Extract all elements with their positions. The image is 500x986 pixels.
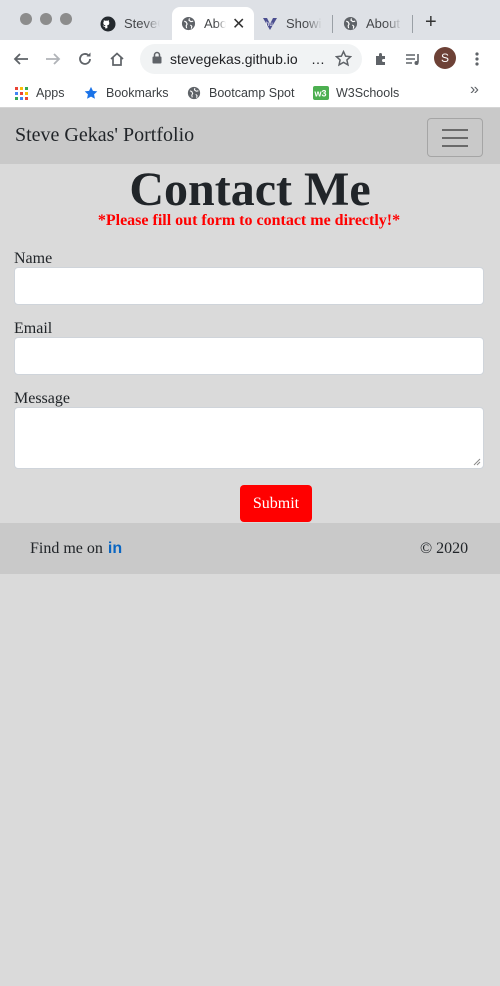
svg-text:hu: hu xyxy=(266,22,273,28)
browser-tab-4[interactable]: About Me xyxy=(334,7,410,40)
bookmark-label: W3Schools xyxy=(336,86,400,100)
name-label: Name xyxy=(14,250,53,267)
url-ellipsis: … xyxy=(311,51,325,67)
zoom-window-button[interactable] xyxy=(60,13,72,25)
extensions-puzzle-icon[interactable] xyxy=(369,47,393,71)
tab-title: About xyxy=(204,16,226,31)
message-label: Message xyxy=(14,390,70,407)
media-queue-icon[interactable] xyxy=(401,47,425,71)
address-bar[interactable]: stevegekas.github.io … xyxy=(140,44,362,74)
reload-icon[interactable] xyxy=(73,47,97,71)
menu-kebab-icon[interactable] xyxy=(465,47,489,71)
site-brand[interactable]: Steve Gekas' Portfolio xyxy=(15,124,194,147)
bookmark-label: Bookmarks xyxy=(106,86,169,100)
submit-button[interactable]: Submit xyxy=(240,485,312,522)
bookmark-label: Bootcamp Spot xyxy=(209,86,295,100)
browser-tab-1[interactable]: SteveGekas xyxy=(92,7,168,40)
name-input[interactable] xyxy=(14,267,484,305)
close-tab-icon[interactable]: ✕ xyxy=(232,14,245,34)
tab-title: SteveGekas xyxy=(124,16,160,31)
linkedin-icon[interactable]: in xyxy=(108,540,122,558)
new-tab-button[interactable]: + xyxy=(425,11,437,34)
bookmark-bookmarks[interactable]: Bookmarks xyxy=(83,82,169,104)
tab-separator xyxy=(332,15,333,33)
tab-title: About Me xyxy=(366,16,402,31)
page-title: Contact Me xyxy=(129,163,371,216)
back-arrow-icon[interactable] xyxy=(9,47,33,71)
url-text: stevegekas.github.io xyxy=(170,51,298,67)
browser-tab-3[interactable]: hu Showing xyxy=(254,7,330,40)
browser-tab-2-active[interactable]: About ✕ xyxy=(172,7,254,40)
find-me-on: Find me on in xyxy=(30,540,122,558)
navbar-toggler-hamburger-icon[interactable] xyxy=(427,118,483,157)
form-instructions: *Please fill out form to contact me dire… xyxy=(97,212,401,229)
site-footer: Find me on in © 2020 xyxy=(0,523,500,574)
bookmark-w3schools[interactable]: w3 W3Schools xyxy=(313,82,399,104)
bookmarks-bar: Apps Bookmarks Bootcamp Spot w3 W3School… xyxy=(0,78,500,108)
site-navbar: Steve Gekas' Portfolio xyxy=(0,108,500,164)
tab-title: Showing xyxy=(286,16,322,31)
profile-avatar[interactable]: S xyxy=(434,47,456,69)
close-window-button[interactable] xyxy=(20,13,32,25)
bookmark-star-icon[interactable] xyxy=(334,49,353,70)
email-label: Email xyxy=(14,320,53,337)
bookmark-apps[interactable]: Apps xyxy=(13,82,65,104)
globe-icon xyxy=(342,16,358,32)
message-textarea[interactable] xyxy=(14,407,484,469)
find-me-text: Find me on xyxy=(30,540,103,557)
lock-icon xyxy=(152,51,162,67)
apps-grid-icon xyxy=(13,85,29,101)
w3-icon: w3 xyxy=(313,85,329,101)
email-input[interactable] xyxy=(14,337,484,375)
forward-arrow-icon[interactable] xyxy=(41,47,65,71)
svg-text:w3: w3 xyxy=(314,89,327,99)
globe-icon xyxy=(186,85,202,101)
resize-handle-icon[interactable] xyxy=(473,458,481,466)
browser-toolbar: stevegekas.github.io … S xyxy=(0,40,500,78)
tab-separator xyxy=(412,15,413,33)
minimize-window-button[interactable] xyxy=(40,13,52,25)
github-icon xyxy=(100,16,116,32)
star-icon xyxy=(83,85,99,101)
home-icon[interactable] xyxy=(105,47,129,71)
bookmark-bootcamp-spot[interactable]: Bootcamp Spot xyxy=(186,82,294,104)
copyright-text: © 2020 xyxy=(420,540,469,557)
hu-icon: hu xyxy=(262,16,278,32)
browser-tab-strip: SteveGekas About ✕ hu Showing About Me + xyxy=(0,0,500,44)
bookmark-label: Apps xyxy=(36,86,65,100)
more-bookmarks-chevron-icon[interactable]: » xyxy=(470,81,479,99)
globe-icon xyxy=(180,16,196,32)
